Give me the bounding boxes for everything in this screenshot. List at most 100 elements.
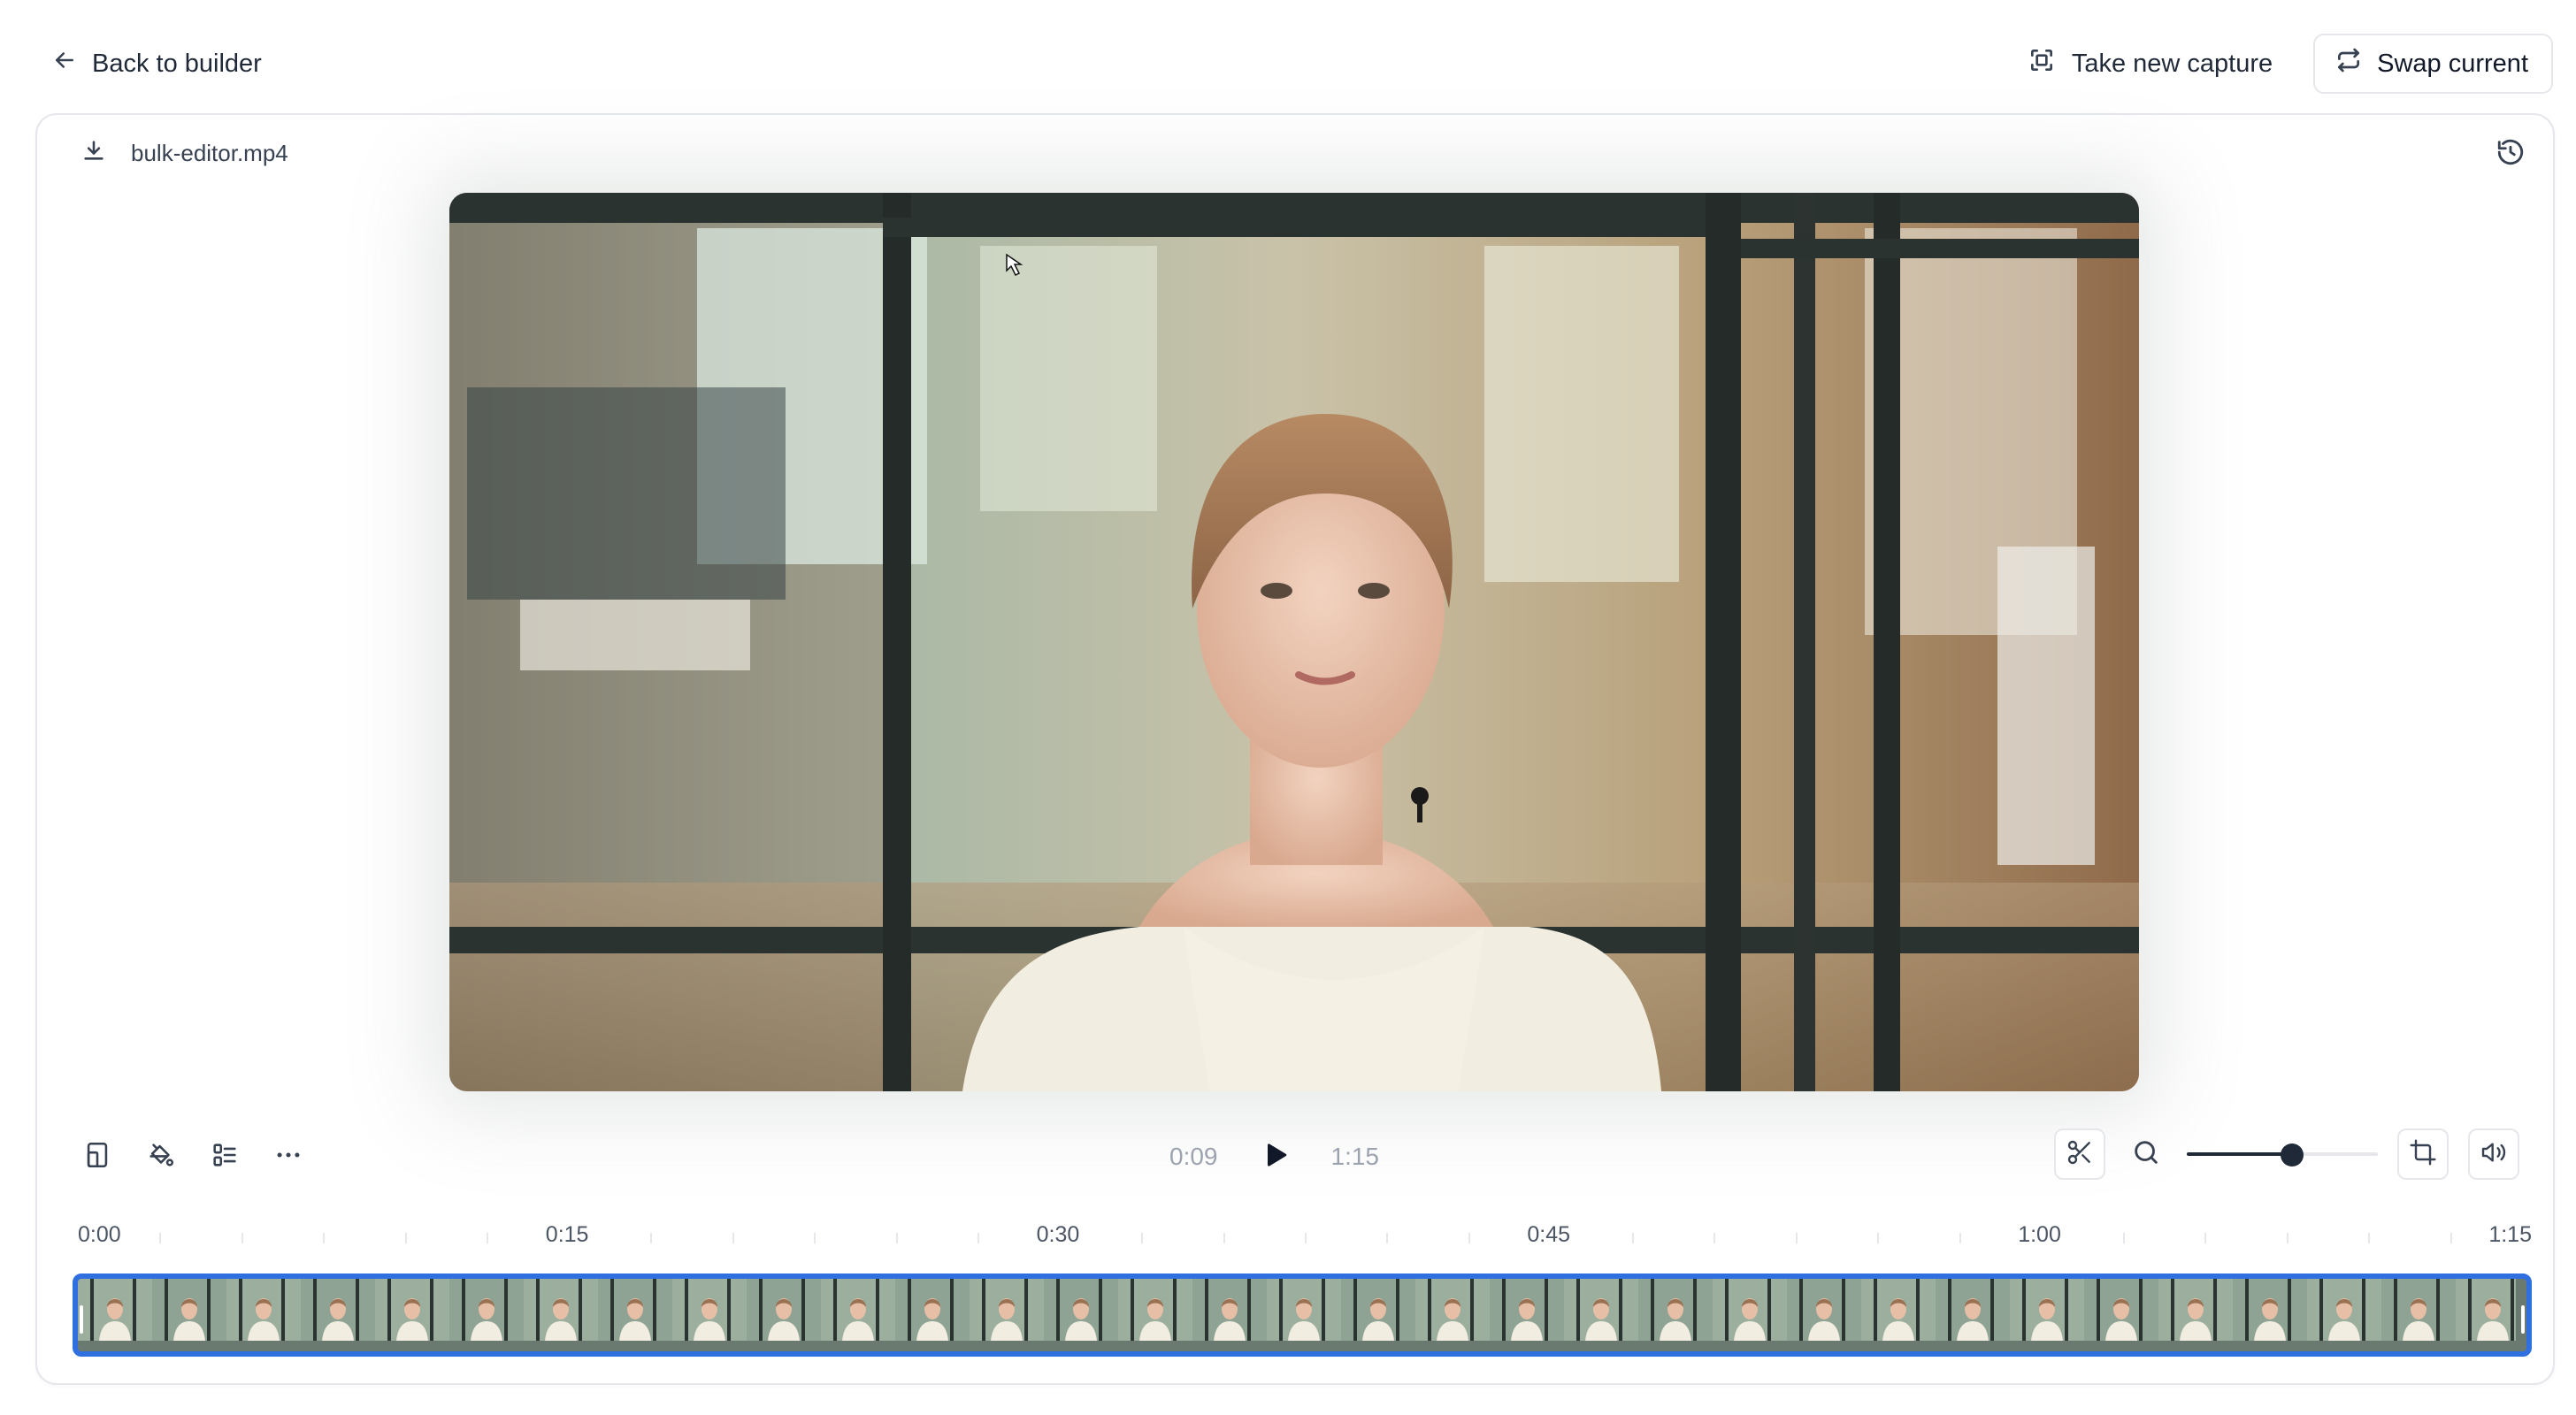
filmstrip-frame bbox=[1936, 1279, 2010, 1341]
swap-current-label: Swap current bbox=[2377, 49, 2528, 78]
filmstrip-frame bbox=[2381, 1279, 2456, 1341]
swap-current-button[interactable]: Swap current bbox=[2313, 34, 2553, 94]
scissors-icon bbox=[2066, 1138, 2094, 1171]
filmstrip-frame bbox=[1118, 1279, 1192, 1341]
timeline-tick bbox=[2368, 1233, 2371, 1243]
timeline-label: 0:15 bbox=[545, 1222, 589, 1247]
filmstrip-frame bbox=[1787, 1279, 1861, 1341]
filmstrip-frame bbox=[2158, 1279, 2233, 1341]
filmstrip-thumbnails bbox=[78, 1279, 2516, 1341]
filmstrip-frame bbox=[301, 1279, 375, 1341]
timeline-tick bbox=[650, 1233, 653, 1243]
timeline-tick bbox=[1795, 1233, 1798, 1243]
timeline-tick bbox=[1141, 1233, 1144, 1243]
filmstrip-frame bbox=[2307, 1279, 2381, 1341]
filmstrip-frame bbox=[970, 1279, 1044, 1341]
filmstrip-frame bbox=[895, 1279, 970, 1341]
timeline-tick bbox=[2204, 1233, 2207, 1243]
download-file-button[interactable]: bulk-editor.mp4 bbox=[81, 138, 288, 169]
volume-icon bbox=[2480, 1138, 2508, 1171]
back-to-builder-link[interactable]: Back to builder bbox=[51, 42, 262, 85]
filmstrip-frame bbox=[78, 1279, 152, 1341]
timeline-filmstrip[interactable] bbox=[73, 1274, 2532, 1357]
video-preview[interactable] bbox=[449, 193, 2139, 1091]
right-toolbar bbox=[2054, 1128, 2519, 1180]
timeline-tick bbox=[1959, 1233, 1961, 1243]
timeline-tick bbox=[814, 1233, 816, 1243]
editor-panel: bulk-editor.mp4 0:09 1:15 0:00 0:15 0:30… bbox=[35, 113, 2555, 1385]
zoom-icon bbox=[2131, 1137, 2161, 1172]
filmstrip-frame bbox=[1638, 1279, 1713, 1341]
filmstrip-frame bbox=[375, 1279, 449, 1341]
filmstrip-frame bbox=[2233, 1279, 2307, 1341]
timeline-label: 0:30 bbox=[1036, 1222, 1080, 1247]
timeline-tick bbox=[487, 1233, 489, 1243]
filmstrip-frame bbox=[1341, 1279, 1415, 1341]
filmstrip-frame bbox=[2456, 1279, 2516, 1341]
filmstrip-frame bbox=[1044, 1279, 1118, 1341]
timeline-tick bbox=[1631, 1233, 1634, 1243]
aspect-ratio-button[interactable] bbox=[76, 1136, 119, 1178]
play-icon bbox=[1261, 1141, 1289, 1174]
trim-handle-end[interactable] bbox=[2521, 1305, 2525, 1334]
filmstrip-frame bbox=[152, 1279, 226, 1341]
paint-bucket-icon bbox=[146, 1140, 176, 1174]
crop-button[interactable] bbox=[2397, 1128, 2449, 1180]
take-new-capture-label: Take new capture bbox=[2071, 49, 2273, 78]
history-icon bbox=[2496, 137, 2526, 172]
timeline-tick bbox=[241, 1233, 243, 1243]
filmstrip-frame bbox=[598, 1279, 672, 1341]
filmstrip-frame bbox=[1490, 1279, 1564, 1341]
volume-button[interactable] bbox=[2468, 1128, 2519, 1180]
zoom-button[interactable] bbox=[2125, 1133, 2167, 1175]
timeline-tick bbox=[895, 1233, 898, 1243]
filmstrip-frame bbox=[821, 1279, 895, 1341]
filmstrip-frame bbox=[1861, 1279, 1936, 1341]
download-icon bbox=[81, 138, 106, 169]
timeline-tick bbox=[1468, 1233, 1470, 1243]
more-options-button[interactable] bbox=[267, 1136, 310, 1178]
top-actions: Take new capture Swap current bbox=[2005, 34, 2553, 94]
timeline-tick bbox=[159, 1233, 162, 1243]
timeline-tick bbox=[978, 1233, 980, 1243]
timeline-tick bbox=[1305, 1233, 1307, 1243]
cut-button[interactable] bbox=[2054, 1128, 2105, 1180]
swap-arrows-icon bbox=[2334, 46, 2363, 81]
filmstrip-frame bbox=[1713, 1279, 1787, 1341]
align-button[interactable] bbox=[203, 1136, 246, 1178]
filmstrip-frame bbox=[1564, 1279, 1638, 1341]
filmstrip-frame bbox=[524, 1279, 598, 1341]
play-button[interactable] bbox=[1250, 1132, 1300, 1182]
timeline-tick bbox=[1223, 1233, 1225, 1243]
timeline-tick bbox=[2122, 1233, 2125, 1243]
history-button[interactable] bbox=[2491, 134, 2530, 173]
zoom-thumb[interactable] bbox=[2280, 1143, 2304, 1166]
more-dots-icon bbox=[273, 1140, 303, 1174]
video-frame-image bbox=[449, 193, 2139, 1091]
timeline-tick bbox=[1877, 1233, 1880, 1243]
playback-center: 0:09 1:15 bbox=[1169, 1132, 1379, 1182]
current-time: 0:09 bbox=[1169, 1143, 1218, 1170]
timeline-tick bbox=[404, 1233, 407, 1243]
total-duration: 1:15 bbox=[1330, 1143, 1380, 1170]
timeline-tick bbox=[1714, 1233, 1716, 1243]
filmstrip-frame bbox=[672, 1279, 747, 1341]
timeline-label: 1:15 bbox=[2488, 1222, 2532, 1247]
timeline-label: 0:00 bbox=[78, 1222, 121, 1247]
timeline-tick bbox=[732, 1233, 734, 1243]
filmstrip-frame bbox=[747, 1279, 821, 1341]
align-icon bbox=[210, 1140, 240, 1174]
trim-handle-start[interactable] bbox=[80, 1305, 83, 1334]
back-to-builder-label: Back to builder bbox=[92, 49, 262, 78]
timeline-ruler[interactable]: 0:00 0:15 0:30 0:45 1:00 1:15 bbox=[78, 1222, 2532, 1254]
timeline-label: 1:00 bbox=[2018, 1222, 2061, 1247]
take-new-capture-button[interactable]: Take new capture bbox=[2005, 34, 2296, 93]
aspect-ratio-icon bbox=[82, 1140, 112, 1174]
timeline-tick bbox=[2450, 1233, 2452, 1243]
background-fill-button[interactable] bbox=[140, 1136, 182, 1178]
timeline-tick bbox=[1386, 1233, 1389, 1243]
file-name: bulk-editor.mp4 bbox=[131, 140, 288, 166]
filmstrip-frame bbox=[226, 1279, 301, 1341]
zoom-slider[interactable] bbox=[2187, 1141, 2378, 1167]
timeline-tick bbox=[323, 1233, 326, 1243]
